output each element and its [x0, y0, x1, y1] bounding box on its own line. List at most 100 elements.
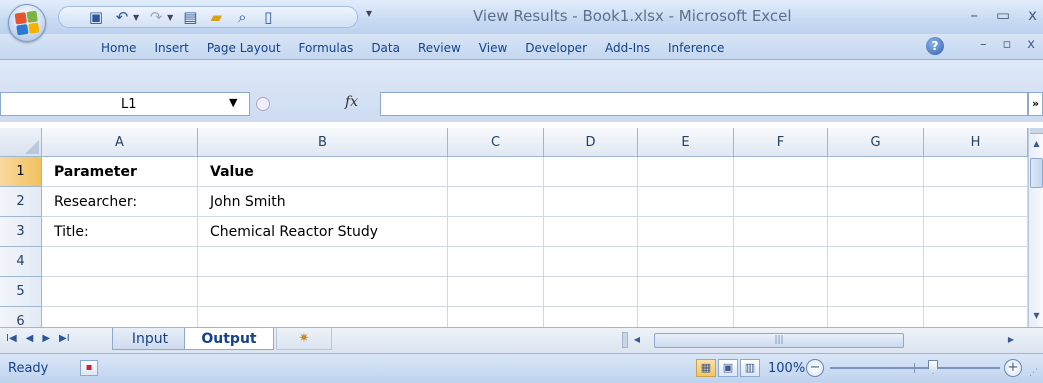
row-header-5[interactable]: 5	[0, 277, 42, 307]
page-layout-view-icon[interactable]: ▣	[718, 359, 738, 377]
horizontal-scroll-thumb[interactable]: |||	[654, 333, 904, 348]
undo-icon[interactable]: ↶	[113, 8, 131, 26]
first-sheet-icon[interactable]: I◀	[6, 333, 17, 344]
tab-developer[interactable]: Developer	[516, 39, 596, 57]
cell-b2[interactable]: John Smith	[198, 187, 448, 217]
column-header-d[interactable]: D	[544, 128, 638, 157]
last-sheet-icon[interactable]: ▶I	[59, 333, 70, 344]
cell-d1[interactable]	[544, 157, 638, 187]
cell-d6[interactable]	[544, 307, 638, 327]
cell-g2[interactable]	[828, 187, 924, 217]
cell-e4[interactable]	[638, 247, 734, 277]
cell-d5[interactable]	[544, 277, 638, 307]
cell-a3[interactable]: Title:	[42, 217, 198, 247]
column-header-e[interactable]: E	[638, 128, 734, 157]
cell-c4[interactable]	[448, 247, 544, 277]
cell-f4[interactable]	[734, 247, 828, 277]
tab-insert[interactable]: Insert	[145, 39, 197, 57]
scroll-up-icon[interactable]: ▲	[1030, 136, 1043, 152]
cell-g3[interactable]	[828, 217, 924, 247]
zoom-slider-thumb[interactable]	[928, 360, 938, 374]
undo-dropdown-icon[interactable]: ▼	[133, 13, 139, 22]
column-header-g[interactable]: G	[828, 128, 924, 157]
workbook-restore-icon[interactable]: ▫	[1002, 37, 1011, 52]
cell-h6[interactable]	[924, 307, 1028, 327]
new-document-icon[interactable]: ▯	[259, 8, 277, 26]
cell-a1[interactable]: Parameter	[42, 157, 198, 187]
row-header-4[interactable]: 4	[0, 247, 42, 277]
customize-toolbar-icon[interactable]: ▾	[366, 6, 372, 20]
cell-e2[interactable]	[638, 187, 734, 217]
minimize-icon[interactable]: –	[970, 6, 978, 24]
cell-f2[interactable]	[734, 187, 828, 217]
cell-h5[interactable]	[924, 277, 1028, 307]
cell-h4[interactable]	[924, 247, 1028, 277]
sheet-tab-input[interactable]: Input	[112, 328, 188, 350]
help-icon[interactable]: ?	[926, 37, 944, 55]
tab-inference[interactable]: Inference	[659, 39, 733, 57]
insert-sheet-icon[interactable]: ✷	[276, 328, 332, 350]
maximize-icon[interactable]: ▭	[996, 6, 1010, 24]
tab-home[interactable]: Home	[92, 39, 145, 57]
tab-formulas[interactable]: Formulas	[290, 39, 363, 57]
zoom-level[interactable]: 100%	[768, 361, 805, 376]
tab-split-handle[interactable]	[622, 332, 628, 348]
cell-h1[interactable]	[924, 157, 1028, 187]
tab-view[interactable]: View	[470, 39, 516, 57]
cell-e6[interactable]	[638, 307, 734, 327]
cell-f5[interactable]	[734, 277, 828, 307]
tab-add-ins[interactable]: Add-Ins	[596, 39, 659, 57]
cell-d2[interactable]	[544, 187, 638, 217]
tab-review[interactable]: Review	[409, 39, 470, 57]
zoom-in-icon[interactable]: +	[1004, 359, 1022, 377]
tab-data[interactable]: Data	[362, 39, 409, 57]
open-folder-icon[interactable]: ▰	[207, 8, 225, 26]
workbook-close-icon[interactable]: x	[1027, 37, 1035, 52]
cell-g1[interactable]	[828, 157, 924, 187]
page-break-view-icon[interactable]: ▥	[740, 359, 760, 377]
scroll-left-icon[interactable]: ◀	[630, 332, 644, 348]
column-header-h[interactable]: H	[924, 128, 1028, 157]
column-header-b[interactable]: B	[198, 128, 448, 157]
cell-c6[interactable]	[448, 307, 544, 327]
name-box[interactable]: L1 ▼	[0, 92, 250, 116]
workbook-minimize-icon[interactable]: –	[980, 37, 987, 52]
cell-a5[interactable]	[42, 277, 198, 307]
scroll-right-icon[interactable]: ▶	[1004, 332, 1018, 348]
column-header-a[interactable]: A	[42, 128, 198, 157]
column-header-f[interactable]: F	[734, 128, 828, 157]
row-header-1[interactable]: 1	[0, 157, 42, 187]
name-box-dropdown-icon[interactable]: ▼	[229, 96, 237, 109]
normal-view-icon[interactable]: ▦	[696, 359, 716, 377]
cell-c5[interactable]	[448, 277, 544, 307]
close-icon[interactable]: x	[1028, 6, 1037, 24]
cell-b5[interactable]	[198, 277, 448, 307]
previous-sheet-icon[interactable]: ◀	[26, 333, 34, 344]
cell-b1[interactable]: Value	[198, 157, 448, 187]
row-header-3[interactable]: 3	[0, 217, 42, 247]
macro-record-icon[interactable]: ▪	[80, 360, 98, 376]
vertical-scroll-thumb[interactable]	[1030, 158, 1043, 188]
cell-c2[interactable]	[448, 187, 544, 217]
cell-c3[interactable]	[448, 217, 544, 247]
cell-f3[interactable]	[734, 217, 828, 247]
redo-icon[interactable]: ↷	[147, 8, 165, 26]
cell-a4[interactable]	[42, 247, 198, 277]
office-button[interactable]	[8, 4, 46, 42]
select-all-button[interactable]	[0, 128, 42, 157]
zoom-slider[interactable]	[830, 360, 1000, 374]
print-preview-icon[interactable]: ⌕	[233, 8, 251, 26]
sheet-tab-output[interactable]: Output	[184, 328, 274, 350]
cell-c1[interactable]	[448, 157, 544, 187]
expand-formula-bar-icon[interactable]: »	[1028, 92, 1043, 116]
resize-grip-icon[interactable]: ⋰	[1029, 368, 1038, 378]
cell-a6[interactable]	[42, 307, 198, 327]
cell-b3[interactable]: Chemical Reactor Study	[198, 217, 448, 247]
horizontal-scrollbar[interactable]: |||	[646, 332, 1016, 350]
formula-input[interactable]	[380, 92, 1028, 116]
cell-g5[interactable]	[828, 277, 924, 307]
vertical-split-handle[interactable]	[1030, 128, 1043, 134]
cell-e3[interactable]	[638, 217, 734, 247]
tab-page-layout[interactable]: Page Layout	[198, 39, 290, 57]
cell-e5[interactable]	[638, 277, 734, 307]
